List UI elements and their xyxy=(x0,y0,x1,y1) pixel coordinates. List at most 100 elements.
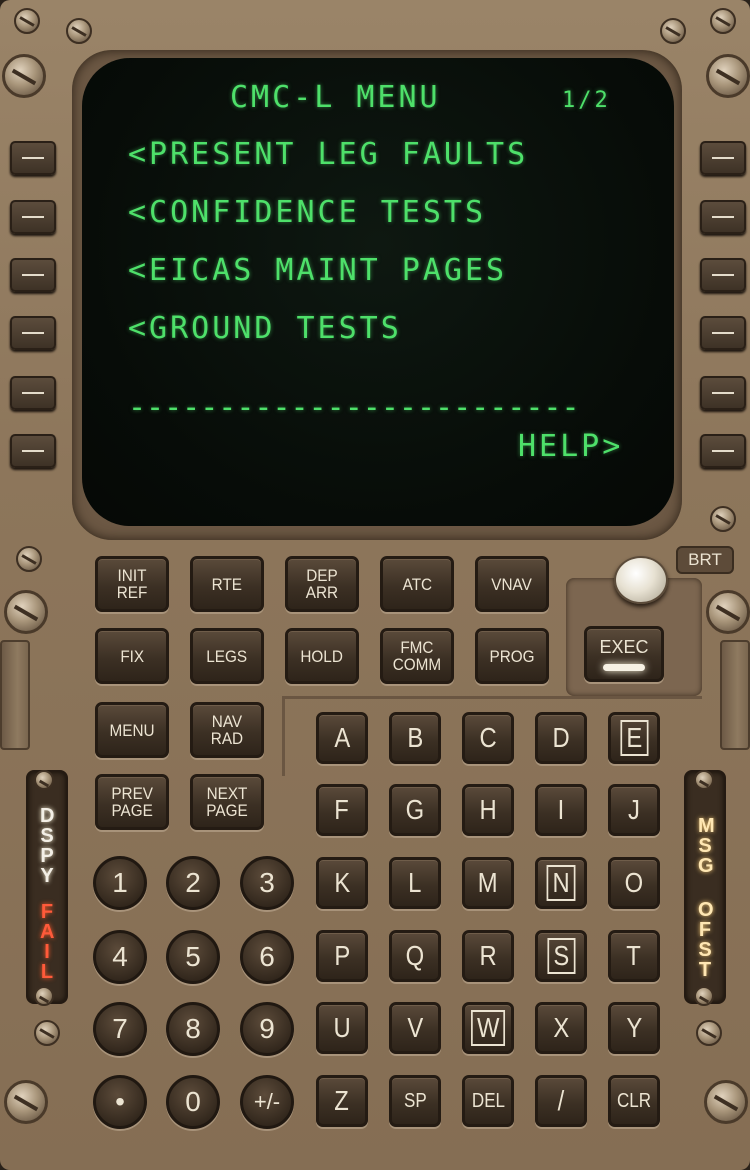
key-x[interactable]: X xyxy=(535,1002,587,1054)
key-y-label: Y xyxy=(626,1012,642,1043)
screw-icon xyxy=(660,18,686,44)
space-label: SP xyxy=(403,1089,427,1112)
menu-button[interactable]: MENU xyxy=(95,702,169,758)
key-f[interactable]: F xyxy=(316,784,368,836)
key-u-label: U xyxy=(333,1012,351,1043)
hold-button[interactable]: HOLD xyxy=(285,628,359,684)
lsk-4r-button[interactable] xyxy=(700,316,746,350)
lsk-6r-button[interactable] xyxy=(700,434,746,468)
key-9[interactable]: 9 xyxy=(240,1002,294,1056)
fmc-comm-button[interactable]: FMC COMM xyxy=(380,628,454,684)
exec-label: EXEC xyxy=(599,637,649,657)
legs-button[interactable]: LEGS xyxy=(190,628,264,684)
key-6[interactable]: 6 xyxy=(240,930,294,984)
key-7-label: 7 xyxy=(112,1013,128,1044)
lsk-3l-button[interactable] xyxy=(10,258,56,292)
key-n[interactable]: N xyxy=(535,857,587,909)
key-3[interactable]: 3 xyxy=(240,856,294,910)
init-ref-button[interactable]: INIT REF xyxy=(95,556,169,612)
key-2[interactable]: 2 xyxy=(166,856,220,910)
nav-rad-button[interactable]: NAV RAD xyxy=(190,702,264,758)
key-u[interactable]: U xyxy=(316,1002,368,1054)
vnav-button[interactable]: VNAV xyxy=(475,556,549,612)
key-x-label: X xyxy=(553,1012,569,1043)
delete-button[interactable]: DEL xyxy=(462,1075,514,1127)
lsk-4l-button[interactable] xyxy=(10,316,56,350)
keypad-divider xyxy=(282,696,702,699)
brightness-knob[interactable] xyxy=(614,556,668,604)
lsk-3r-button[interactable] xyxy=(700,258,746,292)
key-v[interactable]: V xyxy=(389,1002,441,1054)
key-0[interactable]: 0 xyxy=(166,1075,220,1129)
prev-page-label: PREV PAGE xyxy=(111,784,153,820)
plus-minus-button[interactable]: +/- xyxy=(240,1075,294,1129)
lsk-5l-button[interactable] xyxy=(10,376,56,410)
rte-label: RTE xyxy=(211,574,243,594)
key-k[interactable]: K xyxy=(316,857,368,909)
key-a[interactable]: A xyxy=(316,712,368,764)
key-n-label: N xyxy=(546,865,576,901)
screw-icon xyxy=(704,1080,748,1124)
key-p[interactable]: P xyxy=(316,930,368,982)
vnav-label: VNAV xyxy=(491,574,533,594)
key-q[interactable]: Q xyxy=(389,930,441,982)
exec-button[interactable]: EXEC xyxy=(584,626,664,682)
key-d[interactable]: D xyxy=(535,712,587,764)
key-8[interactable]: 8 xyxy=(166,1002,220,1056)
key-h[interactable]: H xyxy=(462,784,514,836)
key-o[interactable]: O xyxy=(608,857,660,909)
clear-label: CLR xyxy=(616,1089,651,1112)
dep-arr-button[interactable]: DEP ARR xyxy=(285,556,359,612)
lsk-1l-button[interactable] xyxy=(10,141,56,175)
key-j[interactable]: J xyxy=(608,784,660,836)
dspy-annunciator-label: DSPY xyxy=(40,805,55,887)
key-7[interactable]: 7 xyxy=(93,1002,147,1056)
screw-icon xyxy=(34,770,54,790)
key-e[interactable]: E xyxy=(608,712,660,764)
key-t[interactable]: T xyxy=(608,930,660,982)
display-help-prompt: HELP> xyxy=(518,429,624,464)
key-y[interactable]: Y xyxy=(608,1002,660,1054)
key-q-label: Q xyxy=(405,940,425,971)
delete-label: DEL xyxy=(471,1089,505,1112)
display-title: CMC-L MENU xyxy=(230,80,441,115)
prev-page-button[interactable]: PREV PAGE xyxy=(95,774,169,830)
key-k-label: K xyxy=(334,867,350,898)
key-h-label: H xyxy=(479,794,497,825)
key-b[interactable]: B xyxy=(389,712,441,764)
lsk-2l-button[interactable] xyxy=(10,200,56,234)
decimal-point-button[interactable]: • xyxy=(93,1075,147,1129)
key-5[interactable]: 5 xyxy=(166,930,220,984)
key-r[interactable]: R xyxy=(462,930,514,982)
next-page-label: NEXT PAGE xyxy=(206,784,248,820)
key-1[interactable]: 1 xyxy=(93,856,147,910)
atc-button[interactable]: ATC xyxy=(380,556,454,612)
key-g[interactable]: G xyxy=(389,784,441,836)
key-4[interactable]: 4 xyxy=(93,930,147,984)
fix-button[interactable]: FIX xyxy=(95,628,169,684)
msg-annunciator-label: MSG xyxy=(698,815,715,877)
clear-button[interactable]: CLR xyxy=(608,1075,660,1127)
key-1-label: 1 xyxy=(112,867,128,898)
screw-icon xyxy=(2,54,46,98)
space-button[interactable]: SP xyxy=(389,1075,441,1127)
lsk-6l-button[interactable] xyxy=(10,434,56,468)
rte-button[interactable]: RTE xyxy=(190,556,264,612)
display-line-4: <GROUND TESTS xyxy=(128,311,402,346)
next-page-button[interactable]: NEXT PAGE xyxy=(190,774,264,830)
key-l[interactable]: L xyxy=(389,857,441,909)
screw-icon xyxy=(34,1020,60,1046)
key-i[interactable]: I xyxy=(535,784,587,836)
lsk-5r-button[interactable] xyxy=(700,376,746,410)
key-5-label: 5 xyxy=(185,941,201,972)
lsk-1r-button[interactable] xyxy=(700,141,746,175)
key-m[interactable]: M xyxy=(462,857,514,909)
prog-button[interactable]: PROG xyxy=(475,628,549,684)
key-z[interactable]: Z xyxy=(316,1075,368,1127)
key-s[interactable]: S xyxy=(535,930,587,982)
key-c[interactable]: C xyxy=(462,712,514,764)
lsk-2r-button[interactable] xyxy=(700,200,746,234)
key-w[interactable]: W xyxy=(462,1002,514,1054)
slash-button[interactable]: / xyxy=(535,1075,587,1127)
screw-icon xyxy=(710,506,736,532)
